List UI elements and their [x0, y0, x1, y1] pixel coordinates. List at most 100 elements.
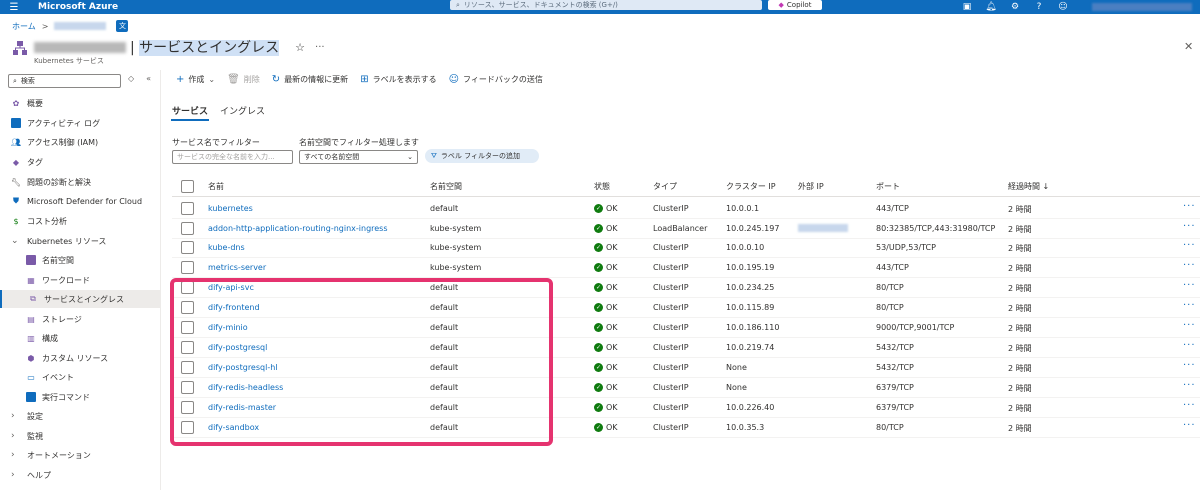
table-row[interactable]: addon-http-application-routing-nginx-ing…	[172, 219, 1200, 239]
table-row[interactable]: kube-dns kube-system ✓ OK ClusterIP 10.0.…	[172, 238, 1200, 258]
row-checkbox[interactable]	[181, 381, 194, 394]
column-header-namespace[interactable]: 名前空間	[430, 181, 462, 192]
service-name-link[interactable]: dify-postgresql	[208, 343, 267, 352]
row-more-icon[interactable]: ···	[1183, 260, 1196, 271]
sidebar-item-iam[interactable]: 👥︎ アクセス制御 (IAM)	[0, 133, 160, 151]
row-checkbox[interactable]	[181, 361, 194, 374]
service-name-link[interactable]: kubernetes	[208, 204, 253, 213]
service-name-link[interactable]: kube-dns	[208, 243, 245, 252]
create-button[interactable]: + 作成 ⌄	[176, 74, 215, 85]
cloud-shell-icon[interactable]: ▣	[962, 2, 972, 12]
service-name-link[interactable]: dify-api-svc	[208, 283, 254, 292]
select-all-checkbox[interactable]	[181, 180, 194, 193]
row-checkbox[interactable]	[181, 401, 194, 414]
row-more-icon[interactable]: ···	[1183, 400, 1196, 411]
help-icon[interactable]: ?	[1034, 2, 1044, 12]
column-header-ports[interactable]: ポート	[876, 181, 900, 192]
sidebar-group-monitoring[interactable]: › 監視	[0, 427, 160, 445]
row-checkbox[interactable]	[181, 301, 194, 314]
table-row[interactable]: dify-sandbox default ✓ OK ClusterIP 10.0.…	[172, 418, 1200, 438]
breadcrumb-home-link[interactable]: ホーム	[12, 21, 36, 32]
sidebar-item-storage[interactable]: ▤ ストレージ	[0, 310, 160, 328]
service-name-link[interactable]: metrics-server	[208, 263, 266, 272]
sidebar-item-services-ingress[interactable]: ⧉ サービスとイングレス	[0, 290, 160, 308]
namespace-filter-select[interactable]: すべての名前空間 ⌄	[299, 150, 418, 164]
column-header-external-ip[interactable]: 外部 IP	[798, 181, 824, 192]
column-header-status[interactable]: 状態	[594, 181, 610, 192]
hamburger-menu-icon[interactable]: ☰	[0, 0, 28, 14]
sidebar-item-activity-log[interactable]: アクティビティ ログ	[0, 114, 160, 132]
table-row[interactable]: dify-minio default ✓ OK ClusterIP 10.0.18…	[172, 318, 1200, 338]
sidebar-group-settings[interactable]: › 設定	[0, 407, 160, 425]
row-checkbox[interactable]	[181, 202, 194, 215]
row-more-icon[interactable]: ···	[1183, 360, 1196, 371]
sidebar-item-custom-resources[interactable]: ⬢ カスタム リソース	[0, 349, 160, 367]
more-options-icon[interactable]: ···	[315, 42, 325, 53]
sidebar-item-workloads[interactable]: ▦ ワークロード	[0, 271, 160, 289]
row-more-icon[interactable]: ···	[1183, 420, 1196, 431]
delete-button[interactable]: 🗑︎ 削除	[227, 74, 260, 85]
table-row[interactable]: dify-redis-headless default ✓ OK ClusterI…	[172, 378, 1200, 398]
bell-icon[interactable]: 🔔︎	[985, 2, 996, 12]
row-more-icon[interactable]: ···	[1183, 240, 1196, 251]
service-name-link[interactable]: dify-redis-headless	[208, 383, 283, 392]
row-checkbox[interactable]	[181, 421, 194, 434]
row-checkbox[interactable]	[181, 281, 194, 294]
table-row[interactable]: kubernetes default ✓ OK ClusterIP 10.0.0.…	[172, 199, 1200, 219]
row-more-icon[interactable]: ···	[1183, 201, 1196, 212]
table-row[interactable]: dify-postgresql default ✓ OK ClusterIP 10…	[172, 338, 1200, 358]
service-name-filter-input[interactable]: サービスの完全な名前を入力...	[172, 150, 293, 164]
sidebar-item-diagnose[interactable]: 🔧︎ 問題の診断と解決	[0, 173, 160, 191]
sidebar-group-automation[interactable]: › オートメーション	[0, 446, 160, 464]
table-row[interactable]: dify-redis-master default ✓ OK ClusterIP …	[172, 398, 1200, 418]
row-more-icon[interactable]: ···	[1183, 300, 1196, 311]
sidebar-search-input[interactable]: ⌕ 検索	[8, 74, 121, 88]
table-row[interactable]: metrics-server kube-system ✓ OK ClusterIP…	[172, 258, 1200, 278]
account-info[interactable]	[1092, 3, 1192, 11]
row-more-icon[interactable]: ···	[1183, 221, 1196, 232]
refresh-button[interactable]: ↻ 最新の情報に更新	[272, 74, 348, 85]
sidebar-settings-icon[interactable]: ◇	[128, 74, 134, 83]
table-row[interactable]: dify-frontend default ✓ OK ClusterIP 10.0…	[172, 298, 1200, 318]
sidebar-item-events[interactable]: ▭ イベント	[0, 368, 160, 386]
service-name-link[interactable]: dify-redis-master	[208, 403, 276, 412]
add-label-filter-button[interactable]: ⛛ ラベル フィルターの追加	[425, 149, 539, 163]
row-more-icon[interactable]: ···	[1183, 280, 1196, 291]
row-checkbox[interactable]	[181, 261, 194, 274]
sidebar-item-run-command[interactable]: 実行コマンド	[0, 388, 160, 406]
sidebar-item-overview[interactable]: ✿ 概要	[0, 94, 160, 112]
close-icon[interactable]: ✕	[1184, 40, 1193, 53]
table-row[interactable]: dify-api-svc default ✓ OK ClusterIP 10.0.…	[172, 278, 1200, 298]
sidebar-group-kubernetes-resources[interactable]: ⌄ Kubernetes リソース	[0, 232, 160, 250]
feedback-icon[interactable]: ☺	[1058, 2, 1068, 12]
row-more-icon[interactable]: ···	[1183, 340, 1196, 351]
global-search-input[interactable]: ⌕ リソース、サービス、ドキュメントの検索 (G+/)	[450, 0, 762, 10]
sidebar-group-help[interactable]: › ヘルプ	[0, 466, 160, 484]
row-checkbox[interactable]	[181, 321, 194, 334]
row-checkbox[interactable]	[181, 241, 194, 254]
breadcrumb-cluster-link[interactable]	[54, 22, 107, 30]
service-name-link[interactable]: dify-postgresql-hl	[208, 363, 278, 372]
column-header-name[interactable]: 名前	[208, 181, 224, 192]
copilot-button[interactable]: ◆ Copilot	[768, 0, 822, 10]
favorite-star-icon[interactable]: ☆	[295, 41, 305, 54]
show-labels-button[interactable]: ⊞ ラベルを表示する	[360, 74, 436, 85]
sidebar-item-namespaces[interactable]: 名前空間	[0, 251, 160, 269]
brand-label[interactable]: Microsoft Azure	[38, 2, 118, 12]
sidebar-item-configuration[interactable]: ▥ 構成	[0, 329, 160, 347]
column-header-cluster-ip[interactable]: クラスター IP	[726, 181, 776, 192]
sidebar-item-defender[interactable]: ⛊ Microsoft Defender for Cloud	[0, 192, 160, 210]
row-checkbox[interactable]	[181, 341, 194, 354]
column-header-type[interactable]: タイプ	[653, 181, 677, 192]
translate-icon[interactable]: 文	[116, 20, 129, 32]
tab-services[interactable]: サービス	[172, 104, 208, 117]
row-more-icon[interactable]: ···	[1183, 380, 1196, 391]
table-row[interactable]: dify-postgresql-hl default ✓ OK ClusterIP…	[172, 358, 1200, 378]
service-name-link[interactable]: dify-frontend	[208, 303, 260, 312]
service-name-link[interactable]: dify-sandbox	[208, 423, 259, 432]
feedback-button[interactable]: ☺ フィードバックの送信	[449, 74, 543, 85]
gear-icon[interactable]: ⚙	[1010, 2, 1020, 12]
column-header-age[interactable]: 経過時間 ↓	[1008, 181, 1049, 192]
row-checkbox[interactable]	[181, 222, 194, 235]
tab-ingress[interactable]: イングレス	[220, 104, 265, 117]
